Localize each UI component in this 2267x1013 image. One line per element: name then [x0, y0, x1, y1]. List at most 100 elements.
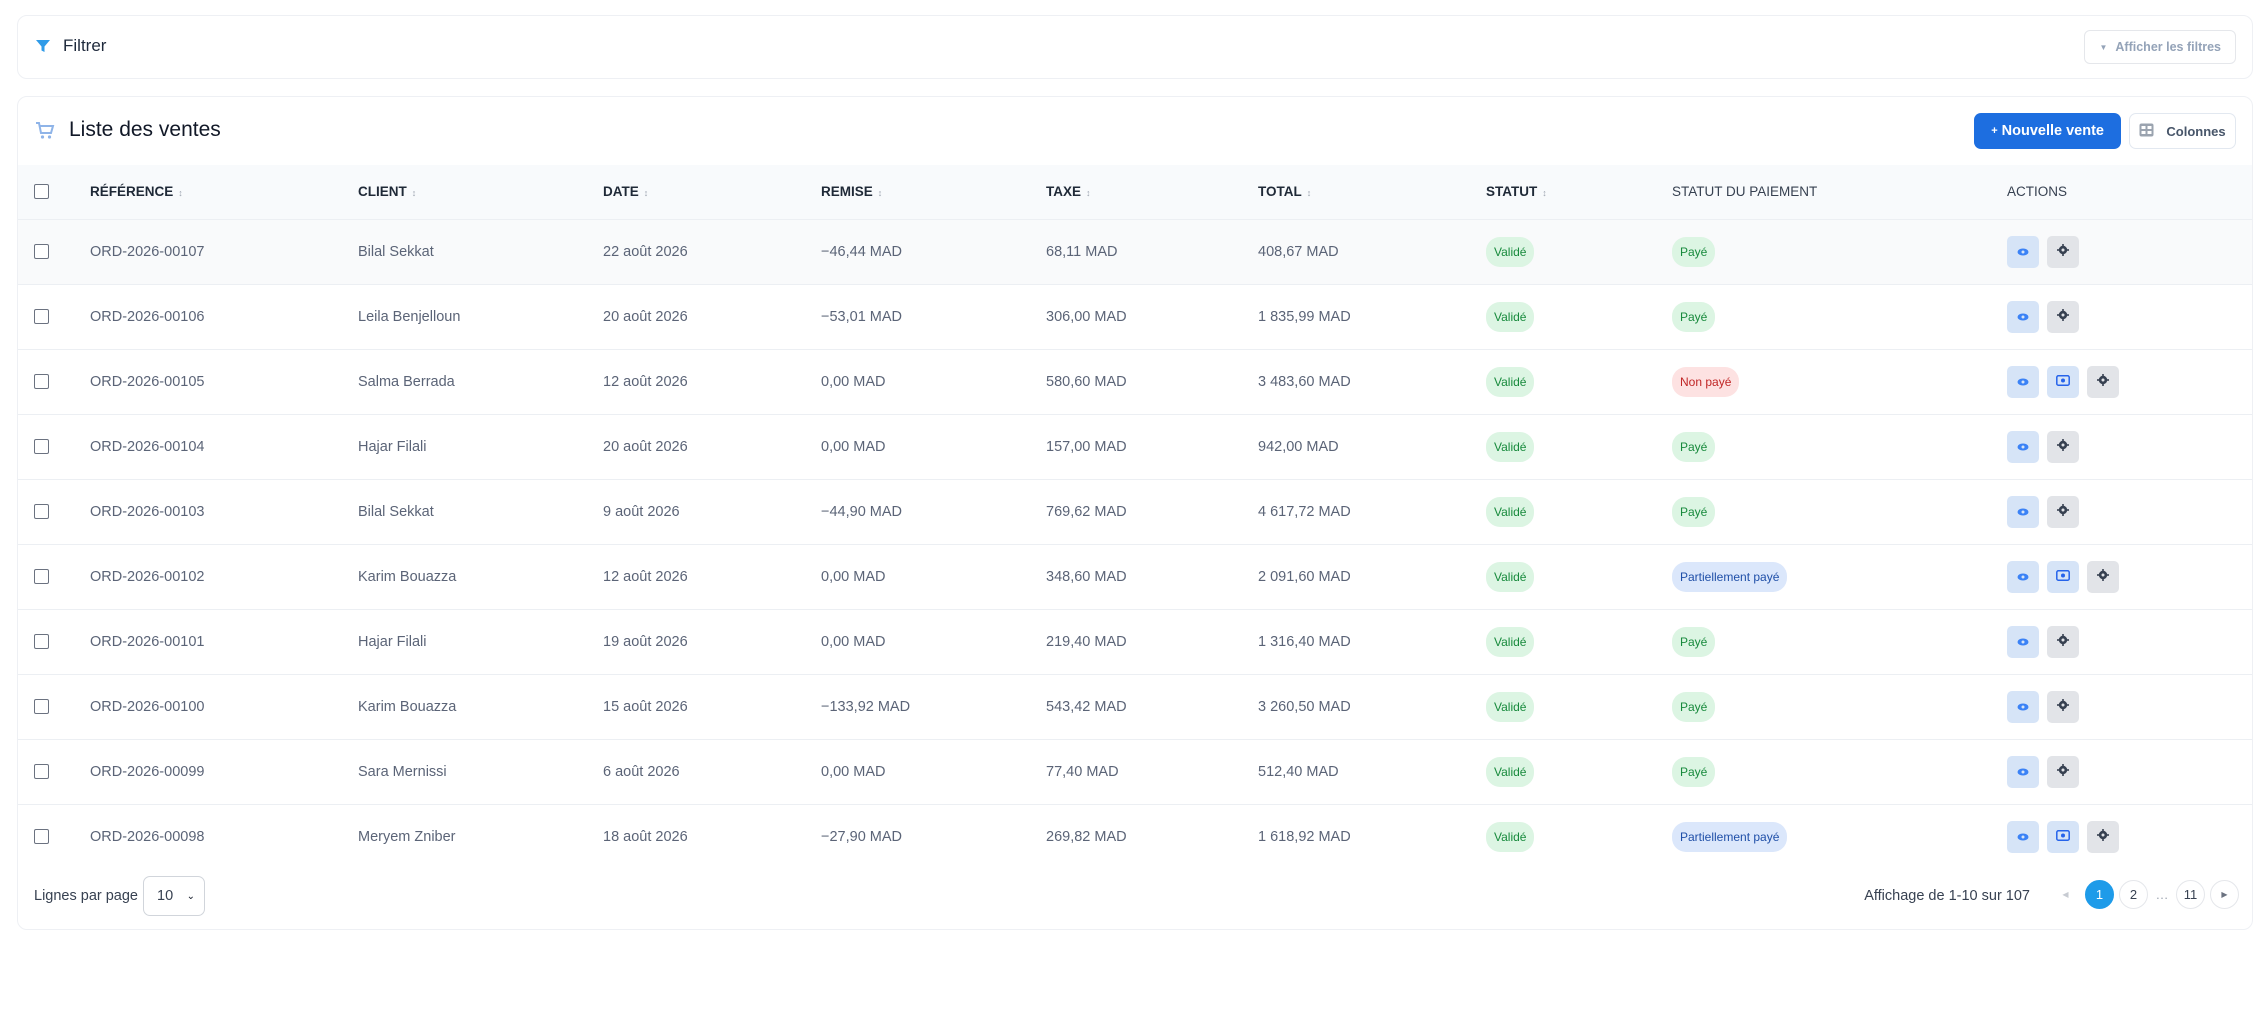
cell-discount: 0,00 MAD	[821, 438, 886, 455]
column-header-client[interactable]: CLIENT ↕	[358, 165, 603, 219]
table-row[interactable]: ORD-2026-00103 Bilal Sekkat 9 août 2026 −44…	[18, 479, 2252, 544]
page-button-2[interactable]: 2	[2119, 880, 2148, 909]
settings-button[interactable]	[2047, 300, 2079, 333]
cell-payment-status: Payé	[1672, 674, 2007, 739]
sort-icon: ↕	[877, 188, 883, 199]
eye-icon	[2017, 309, 2029, 325]
view-button[interactable]	[2007, 495, 2039, 528]
row-checkbox[interactable]	[34, 569, 49, 584]
column-header-total[interactable]: TOTAL ↕	[1258, 165, 1486, 219]
settings-button[interactable]	[2087, 365, 2119, 398]
cell-client: Karim Bouazza	[358, 568, 457, 585]
table-row[interactable]: ORD-2026-00104 Hajar Filali 20 août 2026 0,…	[18, 414, 2252, 479]
view-button[interactable]	[2007, 300, 2039, 333]
rows-per-page-select[interactable]: 10 ⌄	[143, 876, 205, 916]
settings-button[interactable]	[2047, 235, 2079, 268]
table-row[interactable]: ORD-2026-00102 Karim Bouazza 12 août 2026 0…	[18, 544, 2252, 609]
settings-button[interactable]	[2047, 690, 2079, 723]
row-select-cell	[18, 284, 90, 349]
row-checkbox[interactable]	[34, 439, 49, 454]
cell-total: 2 091,60 MAD	[1258, 568, 1351, 585]
view-button[interactable]	[2007, 755, 2039, 788]
settings-button[interactable]	[2087, 560, 2119, 593]
table-row[interactable]: ORD-2026-00099 Sara Mernissi 6 août 2026 0,…	[18, 739, 2252, 804]
cell-status: Validé	[1486, 284, 1672, 349]
view-button[interactable]	[2007, 235, 2039, 268]
filter-title: Filtrer	[63, 36, 107, 55]
cell-reference[interactable]: ORD-2026-00098	[90, 804, 358, 869]
cell-payment-status: Payé	[1672, 414, 2007, 479]
column-header-tax[interactable]: TAXE ↕	[1046, 165, 1258, 219]
row-checkbox[interactable]	[34, 634, 49, 649]
row-actions	[2007, 820, 2252, 853]
columns-button[interactable]: Colonnes	[2129, 113, 2236, 149]
table-row[interactable]: ORD-2026-00101 Hajar Filali 19 août 2026 0,…	[18, 609, 2252, 674]
cell-reference[interactable]: ORD-2026-00106	[90, 284, 358, 349]
cell-reference[interactable]: ORD-2026-00107	[90, 219, 358, 284]
select-all-checkbox[interactable]	[34, 184, 49, 200]
table-row[interactable]: ORD-2026-00107 Bilal Sekkat 22 août 2026 −4…	[18, 219, 2252, 284]
page-button-1[interactable]: 1	[2085, 880, 2114, 909]
table-row[interactable]: ORD-2026-00098 Meryem Zniber 18 août 2026 −…	[18, 804, 2252, 869]
table-row[interactable]: ORD-2026-00106 Leila Benjelloun 20 août 20…	[18, 284, 2252, 349]
row-actions	[2007, 495, 2252, 528]
settings-button[interactable]	[2047, 755, 2079, 788]
payment-status-badge: Payé	[1672, 431, 1716, 462]
next-page-button[interactable]: ▶	[2210, 880, 2239, 909]
view-button[interactable]	[2007, 625, 2039, 658]
row-checkbox[interactable]	[34, 504, 49, 519]
cell-reference[interactable]: ORD-2026-00101	[90, 609, 358, 674]
view-button[interactable]	[2007, 690, 2039, 723]
cell-status: Validé	[1486, 414, 1672, 479]
cell-reference[interactable]: ORD-2026-00104	[90, 414, 358, 479]
cell-actions	[2007, 544, 2252, 609]
status-badge: Validé	[1486, 561, 1535, 592]
row-actions	[2007, 755, 2252, 788]
page-button-11[interactable]: 11	[2176, 880, 2205, 909]
previous-page-button[interactable]: ◀	[2051, 880, 2080, 909]
column-header-date[interactable]: DATE ↕	[603, 165, 821, 219]
settings-button[interactable]	[2047, 430, 2079, 463]
settings-button[interactable]	[2087, 820, 2119, 853]
cell-reference[interactable]: ORD-2026-00102	[90, 544, 358, 609]
gear-icon	[2057, 438, 2069, 455]
row-checkbox[interactable]	[34, 374, 49, 389]
add-payment-button[interactable]	[2047, 560, 2079, 593]
row-checkbox[interactable]	[34, 699, 49, 714]
row-checkbox[interactable]	[34, 309, 49, 324]
row-select-cell	[18, 674, 90, 739]
add-payment-button[interactable]	[2047, 820, 2079, 853]
row-select-cell	[18, 219, 90, 284]
settings-button[interactable]	[2047, 495, 2079, 528]
row-select-cell	[18, 414, 90, 479]
table-row[interactable]: ORD-2026-00105 Salma Berrada 12 août 2026 0…	[18, 349, 2252, 414]
cell-reference[interactable]: ORD-2026-00099	[90, 739, 358, 804]
view-button[interactable]	[2007, 820, 2039, 853]
row-checkbox[interactable]	[34, 764, 49, 779]
cell-reference[interactable]: ORD-2026-00105	[90, 349, 358, 414]
cell-client: Salma Berrada	[358, 373, 455, 390]
column-header-status[interactable]: STATUT ↕	[1486, 165, 1672, 219]
filter-header[interactable]: Filtrer	[35, 36, 106, 56]
cell-reference[interactable]: ORD-2026-00103	[90, 479, 358, 544]
show-filters-button[interactable]: ▼ Afficher les filtres	[2084, 30, 2236, 64]
sort-icon: ↕	[411, 188, 417, 199]
add-payment-button[interactable]	[2047, 365, 2079, 398]
cell-reference[interactable]: ORD-2026-00100	[90, 674, 358, 739]
column-header-reference[interactable]: RÉFÉRENCE ↕	[90, 165, 358, 219]
chevron-down-icon: ▼	[2099, 42, 2108, 52]
row-checkbox[interactable]	[34, 829, 49, 845]
new-sale-button[interactable]: + Nouvelle vente	[1974, 113, 2121, 149]
payment-status-badge: Partiellement payé	[1672, 821, 1788, 852]
view-button[interactable]	[2007, 430, 2039, 463]
cell-tax: 306,00 MAD	[1046, 308, 1127, 325]
gear-icon	[2057, 308, 2069, 325]
status-badge: Validé	[1486, 496, 1535, 527]
column-header-discount[interactable]: REMISE ↕	[821, 165, 1046, 219]
row-checkbox[interactable]	[34, 244, 49, 259]
view-button[interactable]	[2007, 560, 2039, 593]
settings-button[interactable]	[2047, 625, 2079, 658]
table-row[interactable]: ORD-2026-00100 Karim Bouazza 15 août 2026 −…	[18, 674, 2252, 739]
cell-date: 12 août 2026	[603, 373, 688, 390]
view-button[interactable]	[2007, 365, 2039, 398]
